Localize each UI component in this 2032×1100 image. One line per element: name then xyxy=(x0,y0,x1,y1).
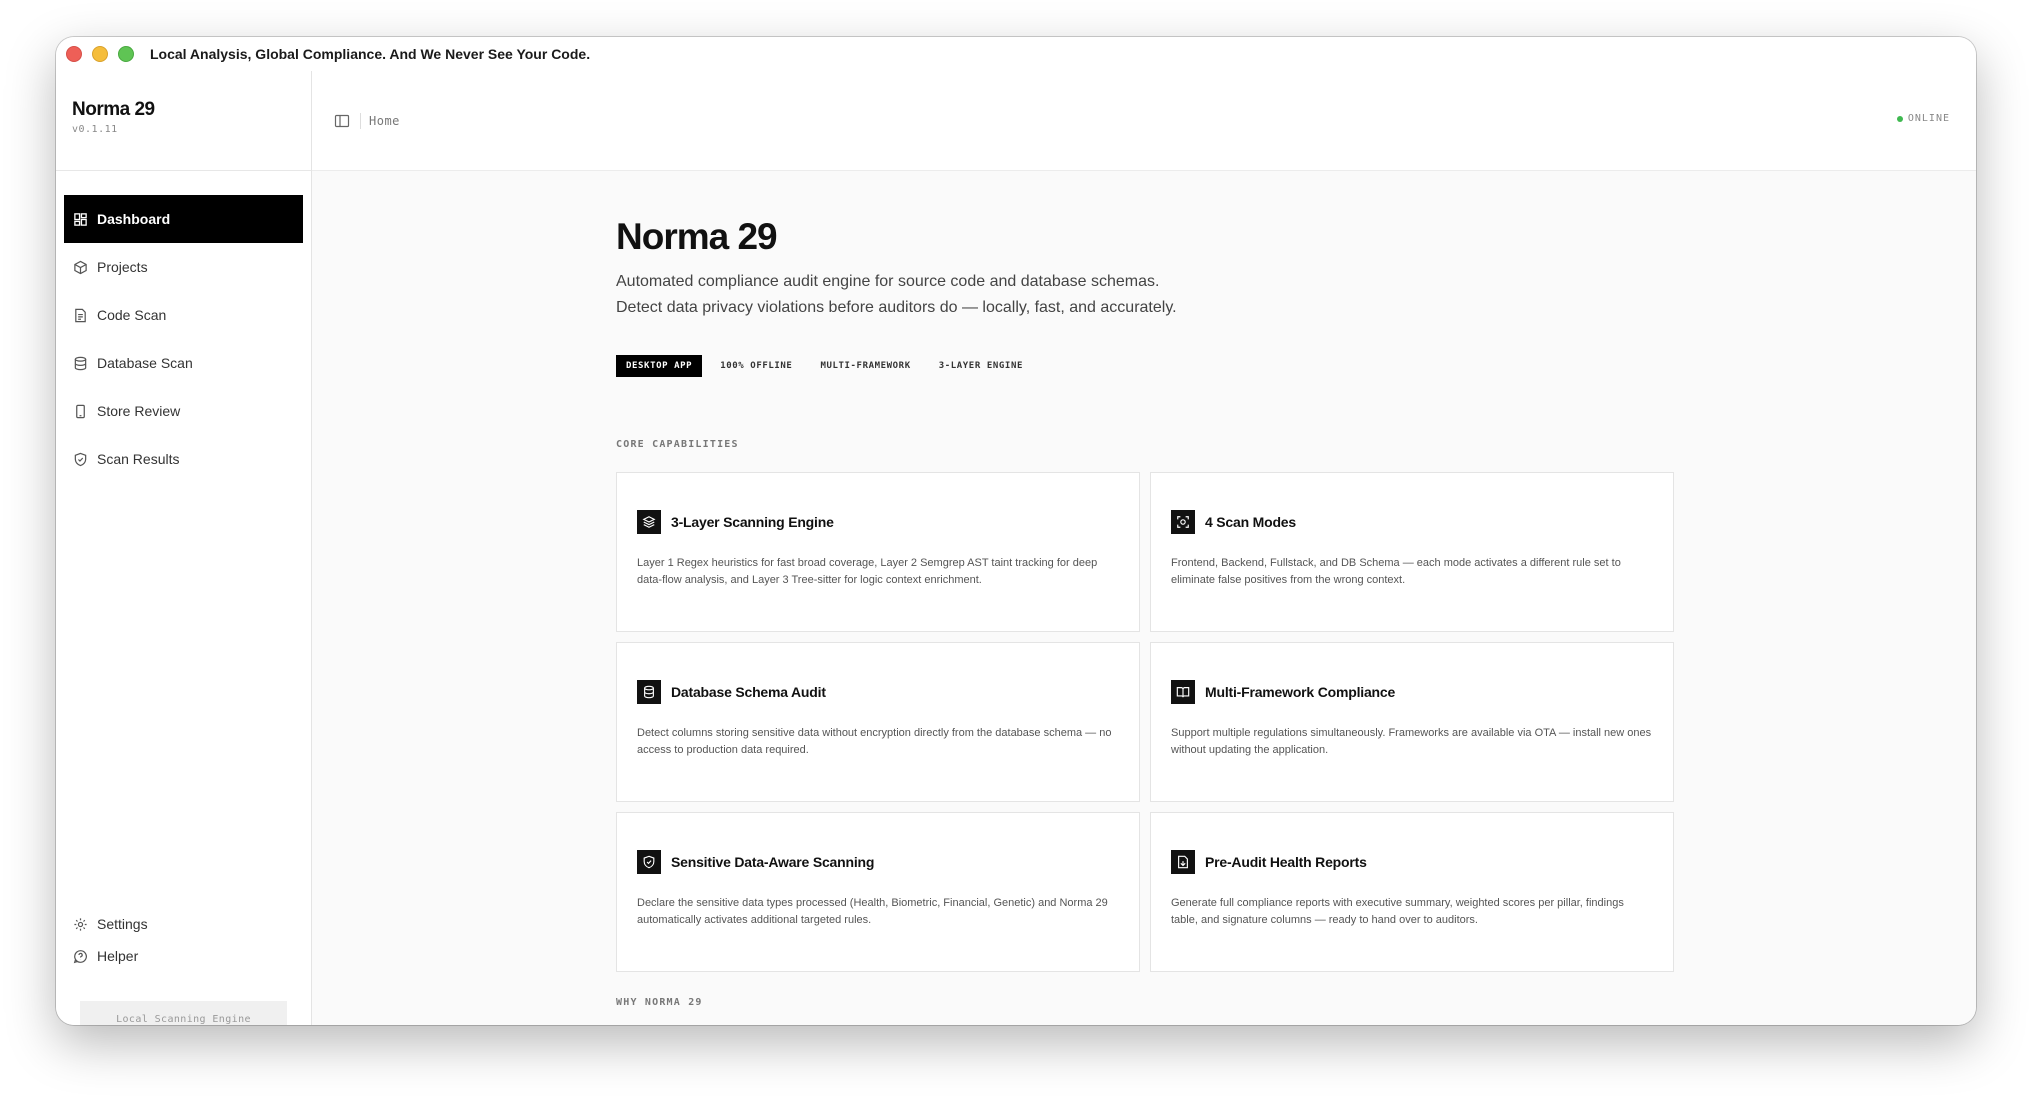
gear-icon xyxy=(72,916,88,932)
feature-badges: DESKTOP APP 100% OFFLINE MULTI-FRAMEWORK… xyxy=(616,355,1033,377)
sidebar-item-label: Scan Results xyxy=(97,451,180,467)
sidebar-item-store-review[interactable]: Store Review xyxy=(64,387,303,435)
card-description: Declare the sensitive data types process… xyxy=(637,897,1108,926)
main-content: Norma 29 Automated compliance audit engi… xyxy=(312,171,1976,1025)
card-description: Detect columns storing sensitive data wi… xyxy=(637,727,1112,756)
capability-card: Multi-Framework Compliance Support multi… xyxy=(1150,642,1674,802)
capability-card: 4 Scan Modes Frontend, Backend, Fullstac… xyxy=(1150,472,1674,632)
section-core-capabilities: CORE CAPABILITIES xyxy=(616,439,739,450)
book-icon xyxy=(1171,680,1195,704)
badge-multi-framework: MULTI-FRAMEWORK xyxy=(820,361,911,371)
card-title: 4 Scan Modes xyxy=(1205,514,1296,530)
sidebar-item-settings[interactable]: Settings xyxy=(64,908,303,940)
title-bar: Local Analysis, Global Compliance. And W… xyxy=(56,37,1976,71)
card-title: Multi-Framework Compliance xyxy=(1205,684,1396,700)
capability-card: Database Schema Audit Detect columns sto… xyxy=(616,642,1140,802)
sidebar-item-label: Helper xyxy=(97,948,139,964)
sidebar-item-label: Settings xyxy=(97,916,148,932)
shield-check-icon xyxy=(637,850,661,874)
close-window-button[interactable] xyxy=(66,46,82,62)
layers-icon xyxy=(637,510,661,534)
toolbar-divider xyxy=(360,112,361,129)
scan-icon xyxy=(1171,510,1195,534)
top-bar: Home ONLINE xyxy=(312,71,1976,171)
sidebar-item-label: Dashboard xyxy=(97,211,171,227)
sidebar-item-code-scan[interactable]: Code Scan xyxy=(64,291,303,339)
sidebar: Norma 29 v0.1.11 Dashboard Projects Code… xyxy=(56,71,312,1025)
connection-status: ONLINE xyxy=(1896,113,1950,124)
sidebar-item-label: Database Scan xyxy=(97,355,193,371)
sidebar-item-database-scan[interactable]: Database Scan xyxy=(64,339,303,387)
app-version: v0.1.11 xyxy=(72,124,118,135)
status-text: ONLINE xyxy=(1907,113,1950,124)
page-title: Norma 29 xyxy=(616,216,778,257)
card-title: Database Schema Audit xyxy=(671,684,826,700)
sidebar-item-label: Code Scan xyxy=(97,307,167,323)
local-scanning-engine-button[interactable]: Local Scanning Engine xyxy=(80,1001,287,1025)
card-description: Generate full compliance reports with ex… xyxy=(1171,897,1624,926)
maximize-window-button[interactable] xyxy=(118,46,134,62)
file-report-icon xyxy=(1171,850,1195,874)
database-icon xyxy=(72,355,88,371)
help-icon xyxy=(72,948,88,964)
app-name: Norma 29 xyxy=(72,99,155,120)
minimize-window-button[interactable] xyxy=(92,46,108,62)
database-icon xyxy=(637,680,661,704)
section-why-norma: WHY NORMA 29 xyxy=(616,997,703,1008)
sidebar-footer-nav: Settings Helper xyxy=(64,908,303,972)
card-description: Frontend, Backend, Fullstack, and DB Sch… xyxy=(1171,557,1621,586)
status-dot-icon xyxy=(1896,115,1903,122)
sidebar-item-helper[interactable]: Helper xyxy=(64,940,303,972)
capability-card: Sensitive Data-Aware Scanning Declare th… xyxy=(616,812,1140,972)
card-description: Support multiple regulations simultaneou… xyxy=(1171,727,1652,756)
sidebar-item-label: Projects xyxy=(97,259,148,275)
sidebar-toggle-icon[interactable] xyxy=(334,113,350,129)
card-title: Sensitive Data-Aware Scanning xyxy=(671,854,875,870)
brand: Norma 29 v0.1.11 xyxy=(56,71,311,171)
file-code-icon xyxy=(72,307,88,323)
badge-3-layer-engine: 3-LAYER ENGINE xyxy=(938,361,1023,371)
dashboard-icon xyxy=(72,211,88,227)
sidebar-item-label: Store Review xyxy=(97,403,181,419)
capabilities-grid: 3-Layer Scanning Engine Layer 1 Regex he… xyxy=(616,472,1674,972)
sidebar-item-projects[interactable]: Projects xyxy=(64,243,303,291)
sidebar-item-scan-results[interactable]: Scan Results xyxy=(64,435,303,483)
cube-icon xyxy=(72,259,88,275)
app-window: Local Analysis, Global Compliance. And W… xyxy=(56,37,1976,1025)
badge-desktop-app: DESKTOP APP xyxy=(616,355,703,377)
card-description: Layer 1 Regex heuristics for fast broad … xyxy=(637,557,1098,586)
capability-card: 3-Layer Scanning Engine Layer 1 Regex he… xyxy=(616,472,1140,632)
card-title: 3-Layer Scanning Engine xyxy=(671,514,834,530)
shield-icon xyxy=(72,451,88,467)
window-title: Local Analysis, Global Compliance. And W… xyxy=(150,46,591,62)
phone-icon xyxy=(72,403,88,419)
breadcrumb[interactable]: Home xyxy=(369,114,400,128)
card-title: Pre-Audit Health Reports xyxy=(1205,854,1367,870)
sidebar-nav: Dashboard Projects Code Scan Database Sc… xyxy=(56,171,311,483)
capability-card: Pre-Audit Health Reports Generate full c… xyxy=(1150,812,1674,972)
sidebar-item-dashboard[interactable]: Dashboard xyxy=(64,195,303,243)
page-subtitle: Automated compliance audit engine for so… xyxy=(616,273,1177,316)
badge-offline: 100% OFFLINE xyxy=(720,361,793,371)
window-controls xyxy=(66,46,134,62)
